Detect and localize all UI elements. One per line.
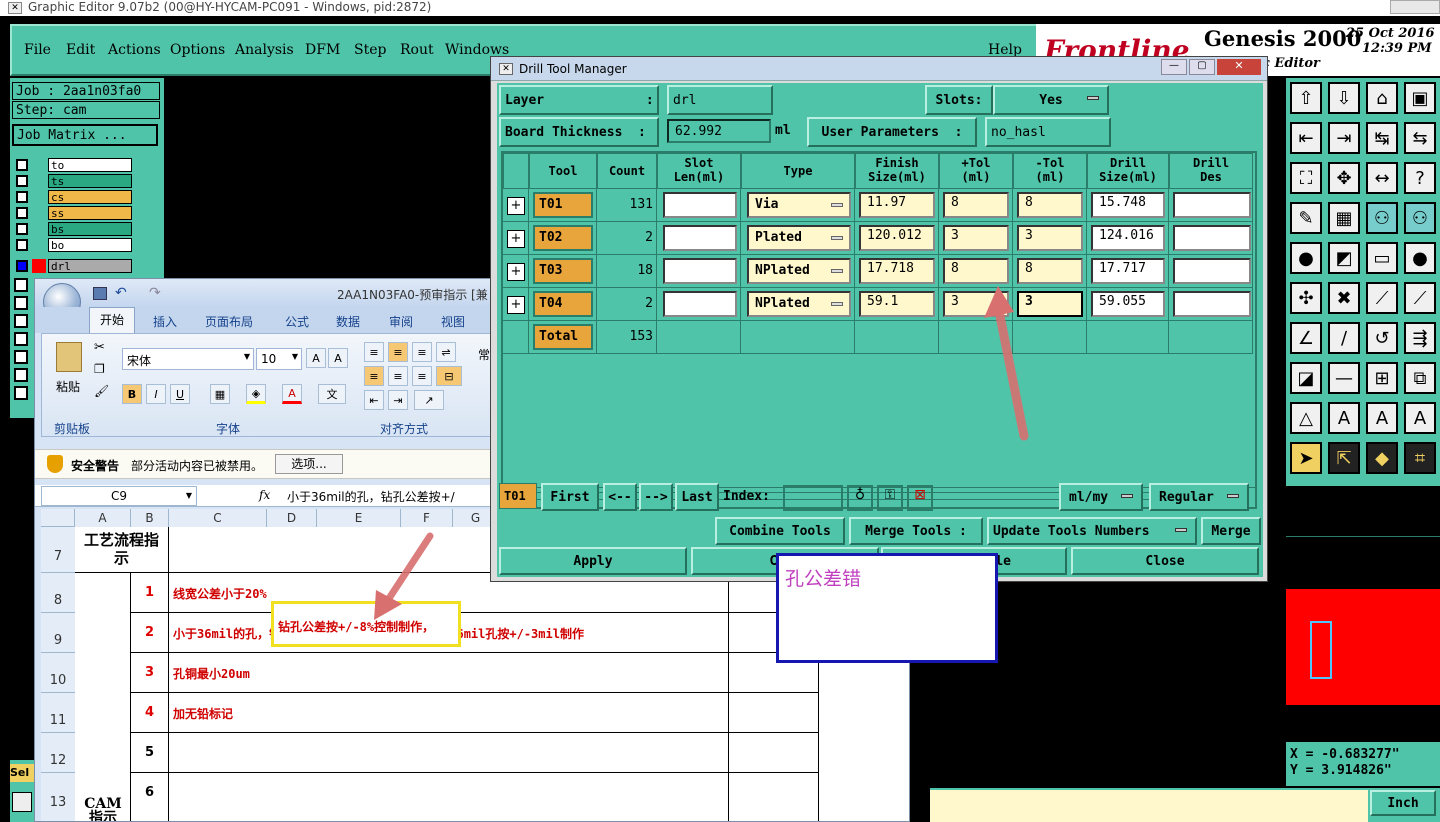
palette-arrow-icon[interactable]: ⇶: [1404, 322, 1436, 354]
palette-select-icon[interactable]: ⇱: [1328, 442, 1360, 474]
palette-fit-icon[interactable]: ⛶: [1290, 162, 1322, 194]
palette-route-icon[interactable]: ⟋: [1404, 282, 1436, 314]
palette-layers-icon[interactable]: ⧉: [1404, 362, 1436, 394]
palette-arc-icon[interactable]: ↺: [1366, 322, 1398, 354]
palette-export-icon[interactable]: ⇥: [1328, 122, 1360, 154]
palette-triangle-icon[interactable]: △: [1290, 402, 1322, 434]
arrow-to-excel-text: [374, 532, 434, 620]
palette-help-icon[interactable]: ?: [1404, 162, 1436, 194]
palette-center-icon[interactable]: ✥: [1328, 162, 1360, 194]
palette-text-b-icon[interactable]: A: [1366, 402, 1398, 434]
palette-split-icon[interactable]: ⇆: [1404, 122, 1436, 154]
palette-line-icon[interactable]: ∠: [1290, 322, 1322, 354]
palette-save-icon[interactable]: ⇩: [1328, 82, 1360, 114]
palette-pad-icon[interactable]: ●: [1290, 242, 1322, 274]
palette-cross-icon[interactable]: ✖: [1328, 282, 1360, 314]
palette-connect-icon[interactable]: ⟋: [1366, 282, 1398, 314]
palette-scale-icon[interactable]: ↔: [1366, 162, 1398, 194]
palette-line2-icon[interactable]: ∕: [1328, 322, 1360, 354]
palette-poly-icon[interactable]: ◪: [1290, 362, 1322, 394]
palette-drill-icon[interactable]: ⚇: [1366, 202, 1398, 234]
palette-swap-icon[interactable]: ↹: [1366, 122, 1398, 154]
palette-window-icon[interactable]: ▣: [1404, 82, 1436, 114]
annotation-arrows: [374, 286, 1029, 620]
palette-drill2-icon[interactable]: ⚇: [1404, 202, 1436, 234]
palette-snap-icon[interactable]: ⊞: [1366, 362, 1398, 394]
arrow-to-tolerance: [984, 286, 1029, 441]
palette-cursor-icon[interactable]: ➤: [1290, 442, 1322, 474]
palette-import-icon[interactable]: ⇤: [1290, 122, 1322, 154]
palette-text-a-icon[interactable]: A: [1328, 402, 1360, 434]
palette-home-icon[interactable]: ⌂: [1366, 82, 1398, 114]
palette-open-icon[interactable]: ⇧: [1290, 82, 1322, 114]
palette-text-c-icon[interactable]: A: [1404, 402, 1436, 434]
palette-ruler-icon[interactable]: ▭: [1366, 242, 1398, 274]
palette-shape-icon[interactable]: ◩: [1328, 242, 1360, 274]
palette-edit-icon[interactable]: ✎: [1290, 202, 1322, 234]
palette-measure-icon[interactable]: ⌗: [1404, 442, 1436, 474]
palette-circle-icon[interactable]: ●: [1404, 242, 1436, 274]
palette-net-icon[interactable]: ✣: [1290, 282, 1322, 314]
palette-grid-icon[interactable]: ▦: [1328, 202, 1360, 234]
palette-move-icon[interactable]: ◆: [1366, 442, 1398, 474]
palette-dash-icon[interactable]: —: [1328, 362, 1360, 394]
